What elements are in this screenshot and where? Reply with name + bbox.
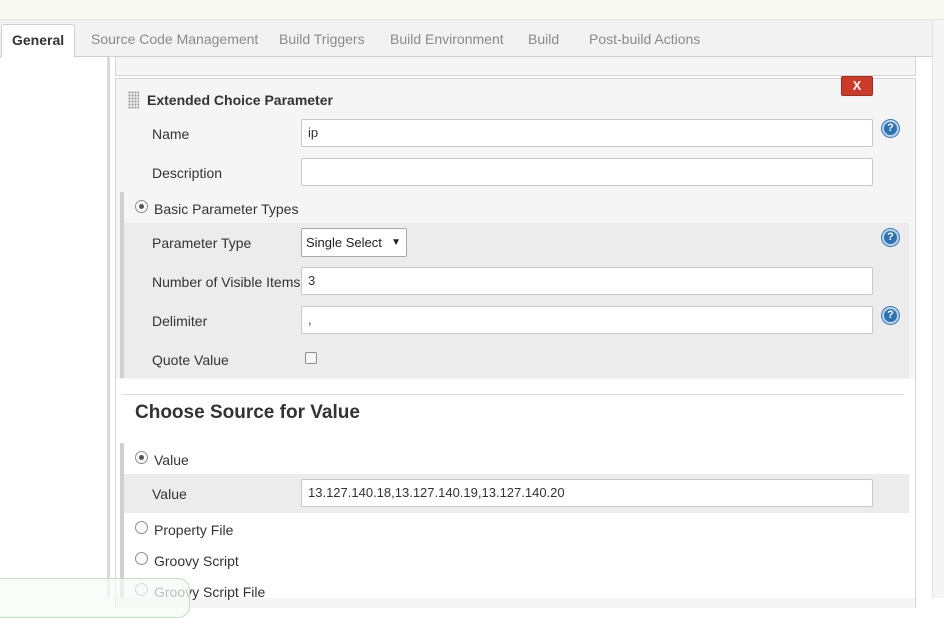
- source-options-panel: [120, 443, 909, 598]
- quote-value-label: Quote Value: [152, 352, 229, 368]
- chevron-down-icon: ▼: [391, 237, 401, 248]
- delimiter-label: Delimiter: [152, 313, 208, 329]
- config-tab-bar: General Source Code Management Build Tri…: [0, 20, 932, 58]
- tab-build[interactable]: Build: [528, 24, 559, 58]
- top-strip: [0, 0, 944, 20]
- left-column-divider: [107, 57, 110, 598]
- value-radio-label: Value: [154, 452, 189, 468]
- quote-value-checkbox[interactable]: [305, 352, 317, 364]
- tab-general[interactable]: General: [1, 24, 76, 58]
- property-file-radio[interactable]: [135, 521, 148, 534]
- help-icon[interactable]: ?: [882, 229, 899, 246]
- property-file-label: Property File: [154, 522, 234, 538]
- parameter-type-label: Parameter Type: [152, 235, 252, 251]
- name-label: Name: [152, 126, 190, 142]
- choose-source-heading: Choose Source for Value: [135, 402, 360, 423]
- description-input[interactable]: [301, 158, 873, 186]
- value-field-label: Value: [152, 486, 187, 502]
- groovy-script-label: Groovy Script: [154, 553, 239, 569]
- parameter-title: Extended Choice Parameter: [147, 92, 333, 108]
- tab-build-environment[interactable]: Build Environment: [390, 24, 504, 58]
- section-divider: [122, 394, 904, 395]
- help-icon[interactable]: ?: [882, 120, 899, 137]
- basic-parameter-types-label: Basic Parameter Types: [154, 201, 299, 217]
- drag-handle-icon[interactable]: [128, 91, 139, 109]
- help-icon[interactable]: ?: [882, 307, 899, 324]
- value-input[interactable]: 13.127.140.18,13.127.140.19,13.127.140.2…: [301, 479, 873, 507]
- previous-parameter-block: [115, 57, 916, 76]
- groovy-script-radio[interactable]: [135, 552, 148, 565]
- delete-parameter-button[interactable]: X: [841, 76, 873, 96]
- vertical-scrollbar[interactable]: [932, 20, 944, 598]
- basic-parameter-types-radio[interactable]: [135, 200, 148, 213]
- visible-items-input[interactable]: 3: [301, 267, 873, 295]
- name-input[interactable]: ip: [301, 119, 873, 147]
- value-radio[interactable]: [135, 451, 148, 464]
- parameter-type-select[interactable]: Single Select ▼: [301, 228, 407, 257]
- tab-build-triggers[interactable]: Build Triggers: [279, 24, 365, 58]
- tab-post-build-actions[interactable]: Post-build Actions: [589, 24, 700, 58]
- delimiter-input[interactable]: ,: [301, 306, 873, 334]
- description-label: Description: [152, 165, 223, 181]
- tab-source-code-management[interactable]: Source Code Management: [91, 24, 258, 58]
- notification-toast: [0, 578, 190, 618]
- parameter-type-value: Single Select: [306, 235, 382, 250]
- visible-items-label: Number of Visible Items: [152, 274, 301, 290]
